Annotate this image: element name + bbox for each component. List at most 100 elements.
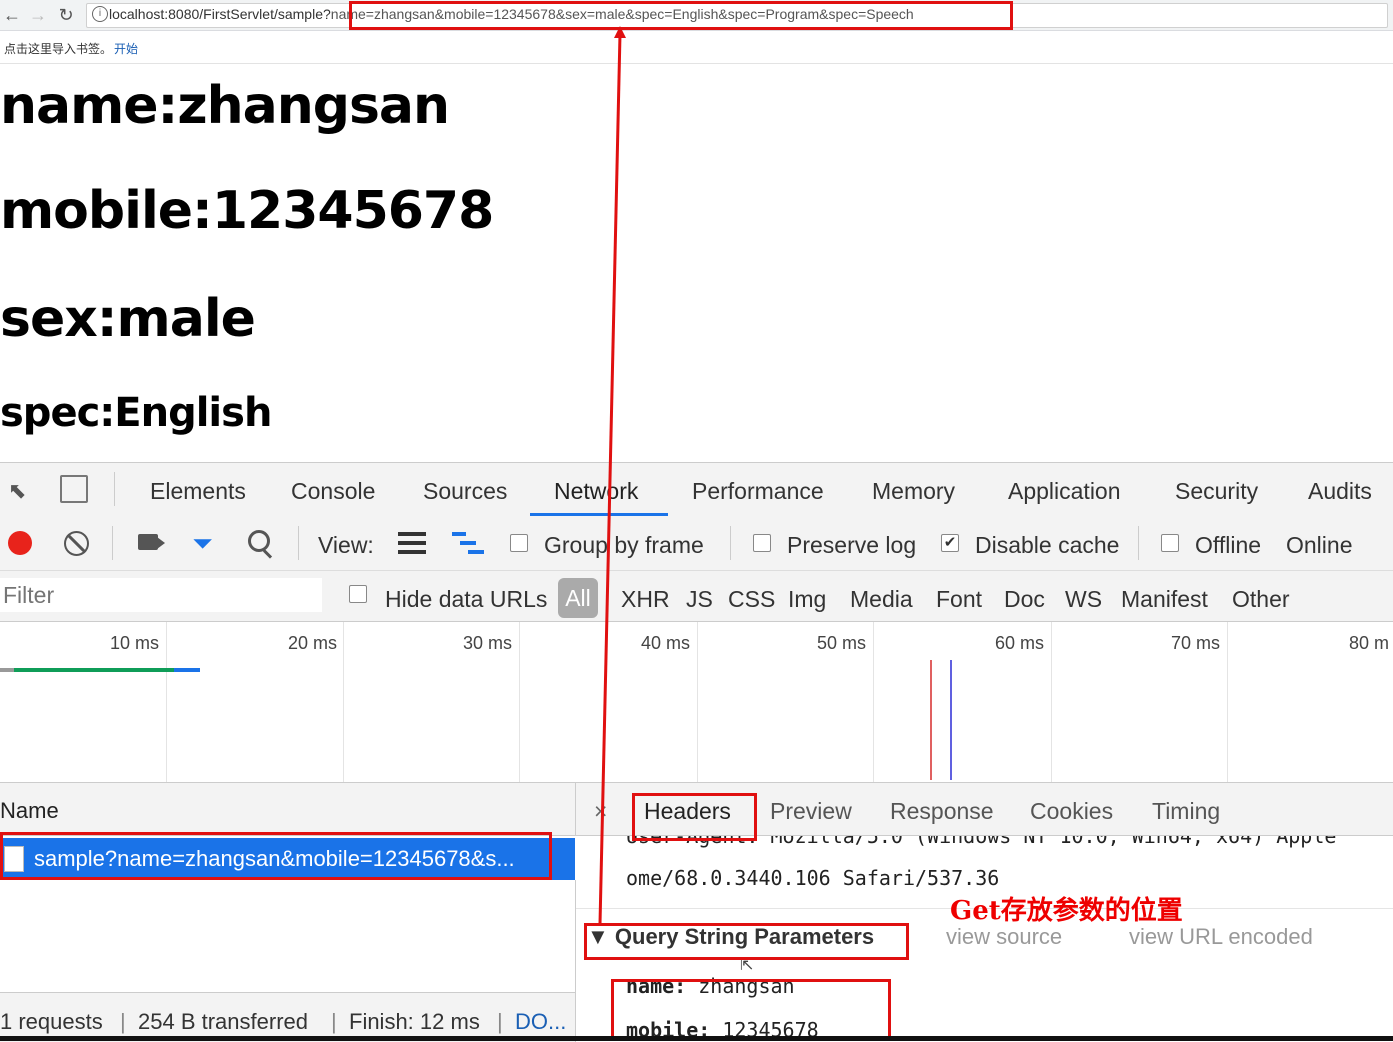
timeline-tick-label: 20 ms bbox=[288, 633, 338, 653]
annotation-box-params-values bbox=[611, 979, 891, 1041]
throttling-select[interactable]: Online bbox=[1286, 532, 1352, 559]
filter-type-doc[interactable]: Doc bbox=[1004, 586, 1045, 613]
tab-console[interactable]: Console bbox=[291, 478, 375, 505]
bookmarks-bar bbox=[0, 31, 1393, 64]
timeline-bar-waiting bbox=[14, 668, 174, 672]
dom-content-loaded-marker bbox=[950, 660, 952, 780]
tab-security[interactable]: Security bbox=[1175, 478, 1258, 505]
divider bbox=[114, 472, 115, 506]
detail-tab-response[interactable]: Response bbox=[890, 798, 994, 825]
info-icon[interactable]: i bbox=[92, 6, 108, 22]
detail-tab-cookies[interactable]: Cookies bbox=[1030, 798, 1113, 825]
tab-application[interactable]: Application bbox=[1008, 478, 1121, 505]
disable-cache-checkbox[interactable]: ✔ bbox=[941, 534, 959, 552]
timeline-tick-label: 60 ms bbox=[995, 633, 1045, 653]
timeline-tick-label: 10 ms bbox=[110, 633, 160, 653]
filter-type-js[interactable]: JS bbox=[686, 586, 713, 613]
filter-input[interactable] bbox=[0, 578, 322, 612]
timeline-gridline bbox=[166, 622, 167, 782]
timeline-gridline bbox=[343, 622, 344, 782]
annotation-label: Get存放参数的位置 bbox=[950, 896, 1183, 926]
timeline-tick-label: 40 ms bbox=[641, 633, 691, 653]
filter-type-other[interactable]: Other bbox=[1232, 586, 1290, 613]
hide-data-urls-label: Hide data URLs bbox=[385, 586, 548, 612]
camera-lens-shape bbox=[157, 537, 165, 549]
divider bbox=[298, 526, 299, 560]
view-url-encoded-link[interactable]: view URL encoded bbox=[1129, 924, 1313, 950]
timeline-gridline bbox=[1051, 622, 1052, 782]
annotation-box-headers-tab bbox=[632, 793, 757, 841]
filter-icon[interactable]: ⏷ bbox=[192, 530, 213, 556]
forward-icon[interactable]: → bbox=[28, 5, 48, 25]
detail-tab-timing[interactable]: Timing bbox=[1152, 798, 1220, 825]
tab-sources[interactable]: Sources bbox=[423, 478, 507, 505]
annotation-box-url-query bbox=[349, 1, 1013, 30]
timeline-tick-label: 50 ms bbox=[817, 633, 867, 653]
mobile-heading: mobile:12345678 bbox=[0, 181, 494, 241]
waterfall-icon[interactable] bbox=[452, 532, 484, 554]
tab-memory[interactable]: Memory bbox=[872, 478, 955, 505]
divider bbox=[730, 526, 731, 560]
detail-tab-preview[interactable]: Preview bbox=[770, 798, 852, 825]
large-rows-icon[interactable] bbox=[398, 532, 426, 554]
preserve-log-label: Preserve log bbox=[787, 532, 917, 558]
url-base: localhost:8080/FirstServlet/sample? bbox=[109, 6, 331, 22]
name-column-label: Name bbox=[0, 798, 59, 823]
user-agent-value: ome/68.0.3440.106 Safari/537.36 bbox=[626, 866, 1000, 890]
status-transferred: 254 B transferred bbox=[138, 1009, 308, 1034]
bottom-border bbox=[0, 1036, 1393, 1041]
search-icon[interactable] bbox=[248, 530, 273, 559]
requests-column-header[interactable] bbox=[0, 783, 576, 836]
group-by-frame-checkbox[interactable] bbox=[510, 534, 528, 552]
disable-cache-label: Disable cache bbox=[975, 532, 1120, 558]
filter-type-font[interactable]: Font bbox=[936, 586, 982, 613]
load-event-marker bbox=[930, 660, 932, 780]
status-finish: Finish: 12 ms bbox=[349, 1009, 480, 1034]
bookmarks-start-link[interactable]: 开始 bbox=[114, 40, 138, 57]
screenshot-camera-icon[interactable] bbox=[138, 534, 158, 550]
timeline-gridline bbox=[697, 622, 698, 782]
reload-icon[interactable]: ↻ bbox=[56, 5, 76, 25]
annotation-box-query-params bbox=[584, 923, 909, 960]
tab-audits[interactable]: Audits bbox=[1308, 478, 1372, 505]
tab-performance[interactable]: Performance bbox=[692, 478, 824, 505]
timeline-tick-label: 70 ms bbox=[1171, 633, 1221, 653]
spec-heading: spec:English bbox=[0, 390, 272, 436]
filter-type-manifest[interactable]: Manifest bbox=[1121, 586, 1208, 613]
timeline-tick-label: 80 m bbox=[1349, 633, 1390, 653]
filter-type-css[interactable]: CSS bbox=[728, 586, 775, 613]
clear-icon[interactable] bbox=[64, 531, 89, 556]
timeline-gridline bbox=[1227, 622, 1228, 782]
offline-label: Offline bbox=[1195, 532, 1262, 558]
hide-data-urls-checkbox[interactable] bbox=[349, 585, 367, 603]
preserve-log-checkbox[interactable] bbox=[753, 534, 771, 552]
filter-type-ws[interactable]: WS bbox=[1065, 586, 1102, 613]
status-divider: | bbox=[497, 1009, 503, 1034]
divider bbox=[112, 526, 113, 560]
filter-type-img[interactable]: Img bbox=[788, 586, 826, 613]
name-heading: name:zhangsan bbox=[0, 76, 450, 136]
tab-elements[interactable]: Elements bbox=[150, 478, 246, 505]
requests-empty-area bbox=[0, 880, 576, 992]
divider bbox=[1138, 526, 1139, 560]
timeline-gridline bbox=[519, 622, 520, 782]
status-divider: | bbox=[120, 1009, 126, 1034]
record-icon[interactable] bbox=[8, 531, 32, 555]
sex-heading: sex:male bbox=[0, 289, 256, 349]
bookmarks-hint: 点击这里导入书签。 bbox=[4, 42, 113, 56]
annotation-arrow bbox=[598, 26, 626, 925]
timeline-bar-queue bbox=[0, 668, 14, 672]
back-icon[interactable]: ← bbox=[2, 5, 22, 25]
status-requests: 1 requests bbox=[0, 1009, 103, 1034]
filter-type-media[interactable]: Media bbox=[850, 586, 913, 613]
view-source-link[interactable]: view source bbox=[946, 924, 1062, 950]
status-dom-content-loaded: DO... bbox=[515, 1009, 567, 1034]
timeline-gridline bbox=[873, 622, 874, 782]
timeline-bar-download bbox=[174, 668, 200, 672]
view-label: View: bbox=[318, 532, 374, 558]
timeline-tick-label: 30 ms bbox=[463, 633, 513, 653]
status-divider: | bbox=[331, 1009, 337, 1034]
device-toolbar-icon[interactable] bbox=[60, 475, 88, 503]
inspect-element-icon[interactable]: ⬉ bbox=[8, 478, 26, 504]
offline-checkbox[interactable] bbox=[1161, 534, 1179, 552]
